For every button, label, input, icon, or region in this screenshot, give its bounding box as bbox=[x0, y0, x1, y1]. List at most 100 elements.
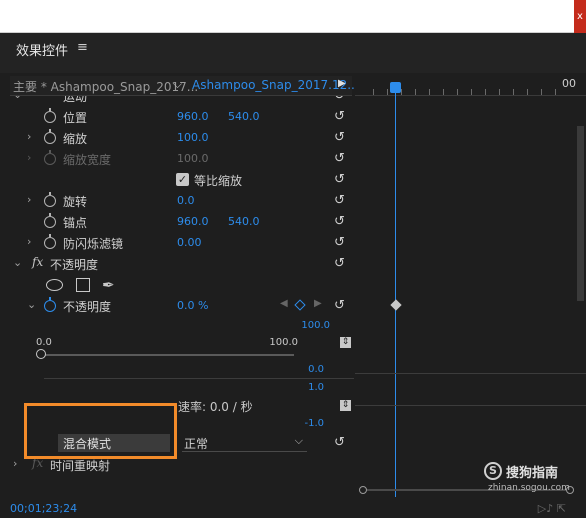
slider-max-label: 100.0 bbox=[269, 337, 298, 348]
time-remap-label: 时间重映射 bbox=[50, 459, 111, 473]
stopwatch-icon[interactable] bbox=[44, 108, 56, 123]
playhead-line bbox=[395, 93, 396, 497]
stopwatch-icon[interactable] bbox=[44, 234, 56, 249]
reset-icon[interactable]: ↺ bbox=[332, 130, 347, 145]
pen-mask-icon[interactable]: ✒ bbox=[102, 276, 115, 294]
anchor-y-value[interactable]: 540.0 bbox=[228, 215, 260, 228]
prev-keyframe-icon[interactable]: ◀ bbox=[280, 298, 288, 309]
opacity-keyframe[interactable] bbox=[390, 299, 402, 311]
uniform-scale-checkbox[interactable]: ✓ bbox=[176, 173, 189, 186]
keyframe-timeline[interactable]: 00 bbox=[355, 76, 586, 501]
property-row-position: 位置 960.0 540.0 ↺ bbox=[10, 107, 354, 128]
property-row-rotation: › 旋转 0.0 ↺ bbox=[10, 191, 354, 212]
playhead-handle[interactable] bbox=[390, 82, 401, 93]
stopwatch-icon[interactable] bbox=[44, 213, 56, 228]
play-arrow-icon[interactable]: ▶ bbox=[338, 78, 346, 89]
ruler-tick bbox=[443, 89, 444, 95]
stopwatch-icon[interactable] bbox=[44, 297, 56, 312]
ruler-tick bbox=[499, 89, 500, 95]
ruler-tick bbox=[415, 89, 416, 95]
stopwatch-icon[interactable] bbox=[44, 129, 56, 144]
collapsed-icon[interactable]: › bbox=[27, 235, 31, 248]
panel-menu-icon[interactable]: ≡ bbox=[77, 40, 88, 55]
reset-icon[interactable]: ↺ bbox=[332, 435, 347, 450]
opacity-value[interactable]: 0.0 % bbox=[177, 299, 208, 312]
collapsed-icon: › bbox=[27, 151, 32, 164]
ruler-tick bbox=[527, 89, 528, 95]
timeline-vscrollbar[interactable] bbox=[577, 126, 584, 301]
reset-icon[interactable]: ↺ bbox=[332, 172, 347, 187]
graph-zero-label: 0.0 bbox=[308, 364, 324, 375]
expanded-icon[interactable]: ⌄ bbox=[27, 298, 36, 311]
reset-icon[interactable]: ↺ bbox=[332, 214, 347, 229]
scale-value[interactable]: 100.0 bbox=[177, 131, 209, 144]
watermark-url: zhinan.sogou.com bbox=[488, 483, 570, 493]
tab-master-clip[interactable]: 主要 * Ashampoo_Snap_2017... bbox=[13, 78, 198, 95]
ruler-tick bbox=[429, 89, 430, 95]
collapsed-icon[interactable]: › bbox=[13, 457, 17, 470]
property-row-antiflicker: › 防闪烁滤镜 0.00 ↺ bbox=[10, 233, 354, 254]
expanded-icon[interactable]: ⌄ bbox=[13, 256, 22, 269]
updown-icon[interactable]: ⇕ bbox=[340, 400, 351, 411]
collapsed-icon[interactable]: › bbox=[27, 130, 31, 143]
scroll-knob-left[interactable] bbox=[359, 486, 367, 494]
ruler-tick bbox=[373, 89, 374, 95]
close-icon[interactable]: x bbox=[574, 0, 586, 33]
highlight-box bbox=[24, 403, 177, 459]
expanded-icon[interactable]: ⌄ bbox=[13, 96, 22, 101]
footer-icons[interactable]: ▷♪ ⇱ bbox=[538, 502, 566, 515]
ruler-tick bbox=[387, 89, 388, 95]
ruler-tick bbox=[401, 89, 402, 95]
reset-icon[interactable]: ↺ bbox=[332, 256, 347, 271]
motion-header-row[interactable]: ⌄ 运动 ↺ bbox=[10, 96, 354, 107]
property-label: 等比缩放 bbox=[194, 174, 243, 188]
opacity-effect-label: 不透明度 bbox=[50, 258, 99, 272]
property-label: 锚点 bbox=[63, 216, 88, 230]
reset-icon[interactable]: ↺ bbox=[332, 235, 347, 250]
rotation-value[interactable]: 0.0 bbox=[177, 194, 195, 207]
slider-min-label: 0.0 bbox=[36, 337, 52, 348]
collapsed-icon[interactable]: › bbox=[27, 193, 31, 206]
velocity-min-label: -1.0 bbox=[304, 418, 324, 429]
position-y-value[interactable]: 540.0 bbox=[228, 110, 260, 123]
reset-icon[interactable]: ↺ bbox=[332, 193, 347, 208]
opacity-slider-knob[interactable] bbox=[36, 349, 46, 359]
add-keyframe-icon[interactable] bbox=[294, 299, 306, 311]
anchor-x-value[interactable]: 960.0 bbox=[177, 215, 209, 228]
ruler-tick bbox=[485, 89, 486, 95]
panel-footer: 00;01;23;24 ▷♪ ⇱ bbox=[0, 500, 586, 518]
chevron-down-icon[interactable]: ⌵ bbox=[173, 77, 182, 92]
panel-header: 效果控件 ≡ bbox=[0, 33, 586, 73]
position-x-value[interactable]: 960.0 bbox=[177, 110, 209, 123]
keyframe-navigator: ◀ ▶ bbox=[280, 298, 326, 314]
stopwatch-icon[interactable] bbox=[44, 192, 56, 207]
window-titlebar: x bbox=[0, 0, 586, 33]
next-keyframe-icon[interactable]: ▶ bbox=[314, 298, 322, 309]
antiflicker-value[interactable]: 0.00 bbox=[177, 236, 202, 249]
fx-icon[interactable]: fx bbox=[32, 255, 43, 269]
reset-icon[interactable]: ↺ bbox=[332, 109, 347, 124]
opacity-slider-track[interactable] bbox=[44, 354, 294, 356]
timecode-display[interactable]: 00;01;23;24 bbox=[10, 502, 77, 515]
reset-icon[interactable]: ↺ bbox=[332, 298, 347, 313]
tab-active-clip[interactable]: Ashampoo_Snap_2017.12... bbox=[192, 78, 359, 92]
timeline-track-line bbox=[355, 373, 586, 374]
clip-tabs: 主要 * Ashampoo_Snap_2017... ⌵ Ashampoo_Sn… bbox=[10, 76, 359, 96]
property-label: 位置 bbox=[63, 111, 88, 125]
property-row-scale: › 缩放 100.0 ↺ bbox=[10, 128, 354, 149]
updown-icon[interactable]: ⇕ bbox=[340, 337, 351, 348]
graph-divider bbox=[44, 378, 354, 379]
reset-icon[interactable]: ↺ bbox=[332, 96, 347, 103]
timeline-track-line bbox=[355, 405, 586, 406]
property-label: 防闪烁滤镜 bbox=[63, 237, 124, 251]
property-row-anchor: 锚点 960.0 540.0 ↺ bbox=[10, 212, 354, 233]
ruler-label: 00 bbox=[562, 77, 576, 90]
opacity-header-row[interactable]: ⌄ fx 不透明度 ↺ bbox=[10, 254, 354, 275]
ellipse-mask-icon[interactable] bbox=[46, 279, 63, 291]
property-row-scale-width: › 缩放宽度 100.0 ↺ bbox=[10, 149, 354, 170]
ruler-tick bbox=[513, 89, 514, 95]
rectangle-mask-icon[interactable] bbox=[76, 278, 90, 292]
reset-icon[interactable]: ↺ bbox=[332, 151, 347, 166]
watermark-text: 搜狗指南 bbox=[506, 466, 559, 481]
ruler-tick bbox=[555, 89, 556, 95]
